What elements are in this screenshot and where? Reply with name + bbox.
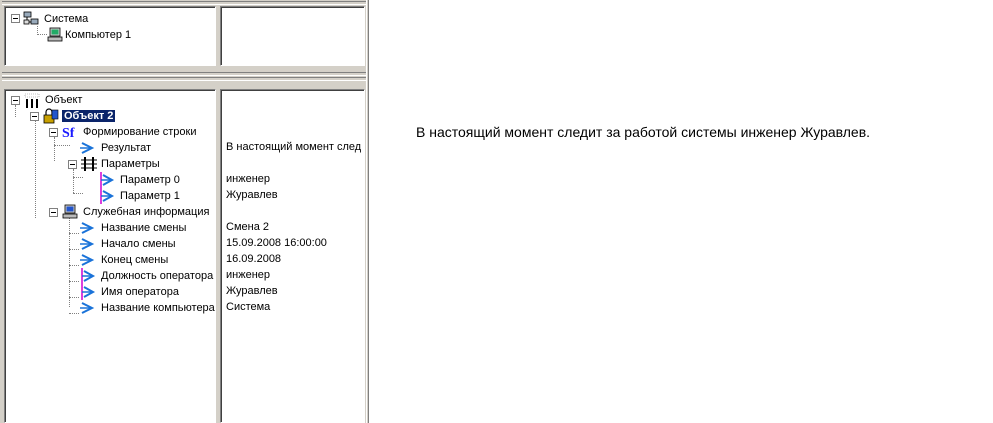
- computer-icon: [47, 27, 63, 42]
- value-result: В настоящий момент следи: [226, 141, 362, 153]
- tree-item-operator-position[interactable]: Должность оператора: [101, 268, 213, 284]
- tree-item-shift-start[interactable]: Начало смены: [101, 236, 176, 252]
- tree-item-object-2[interactable]: Объект 2: [62, 108, 116, 124]
- arrow-icon: [80, 222, 95, 234]
- tree-item-operator-name[interactable]: Имя оператора: [101, 284, 179, 300]
- tree-item-service[interactable]: Служебная информация: [83, 204, 209, 220]
- network-computers-icon: [23, 11, 39, 25]
- svg-text:Sf: Sf: [62, 126, 75, 140]
- tree-item-system[interactable]: Система: [44, 11, 88, 27]
- tree-item-param-1[interactable]: Параметр 1: [120, 188, 180, 204]
- value-shift-start: 15.09.2008 16:00:00: [226, 237, 327, 249]
- object-lock-icon: [43, 108, 59, 124]
- arrow-icon: [81, 284, 96, 300]
- arrow-icon: [80, 254, 95, 266]
- arrow-icon: [100, 188, 115, 204]
- splitter-grip-middle[interactable]: [2, 72, 367, 76]
- arrow-icon: [80, 302, 95, 314]
- collapse-object-root-icon[interactable]: [11, 96, 20, 105]
- value-operator-name: Журавлев: [226, 285, 278, 297]
- tree-item-computer-name[interactable]: Название компьютера: [101, 300, 215, 316]
- collapse-system-icon[interactable]: [11, 14, 20, 23]
- value-param-1: Журавлев: [226, 189, 278, 201]
- parameters-icon: [81, 157, 97, 171]
- arrow-icon: [80, 238, 95, 250]
- status-message: В настоящий момент следит за работой сис…: [416, 124, 871, 140]
- arrow-icon: [80, 142, 95, 154]
- tree-item-params[interactable]: Параметры: [101, 156, 160, 172]
- collapse-string-icon[interactable]: [49, 128, 58, 137]
- tree-item-result[interactable]: Результат: [101, 140, 151, 156]
- tree-item-shift-name[interactable]: Название смены: [101, 220, 186, 236]
- tree-item-param-0[interactable]: Параметр 0: [120, 172, 180, 188]
- computer-icon: [62, 204, 78, 219]
- sf-string-icon: Sf: [62, 126, 75, 140]
- system-tree-panel: Система Компьютер 1: [4, 6, 216, 66]
- system-value-panel: [220, 6, 365, 66]
- collapse-object-2-icon[interactable]: [30, 112, 39, 121]
- splitter-grip-top[interactable]: [2, 1, 367, 5]
- collapse-service-icon[interactable]: [49, 208, 58, 217]
- splitter-grip-middle-2[interactable]: [2, 77, 367, 81]
- arrow-icon: [81, 268, 96, 284]
- arrow-icon: [100, 172, 115, 188]
- value-computer-name: Система: [226, 301, 271, 313]
- tree-item-computer-1[interactable]: Компьютер 1: [65, 27, 131, 43]
- tree-item-shift-end[interactable]: Конец смены: [101, 252, 168, 268]
- object-tree-icon: [24, 93, 40, 108]
- vertical-splitter[interactable]: [366, 0, 369, 423]
- object-tree-panel: Объект Объект 2 Sf Формирование строки Р…: [4, 89, 216, 423]
- tree-item-object-root[interactable]: Объект: [45, 92, 82, 108]
- collapse-params-icon[interactable]: [68, 160, 77, 169]
- value-shift-end: 16.09.2008: [226, 253, 282, 265]
- value-shift-name: Смена 2: [226, 221, 269, 233]
- left-pane: Система Компьютер 1 Объект Объект 2 Sf Ф…: [0, 0, 369, 423]
- selected-object-label: Объект 2: [62, 110, 116, 122]
- value-param-0: инженер: [226, 173, 271, 185]
- value-operator-position: инженер: [226, 269, 271, 281]
- tree-item-string[interactable]: Формирование строки: [83, 124, 197, 140]
